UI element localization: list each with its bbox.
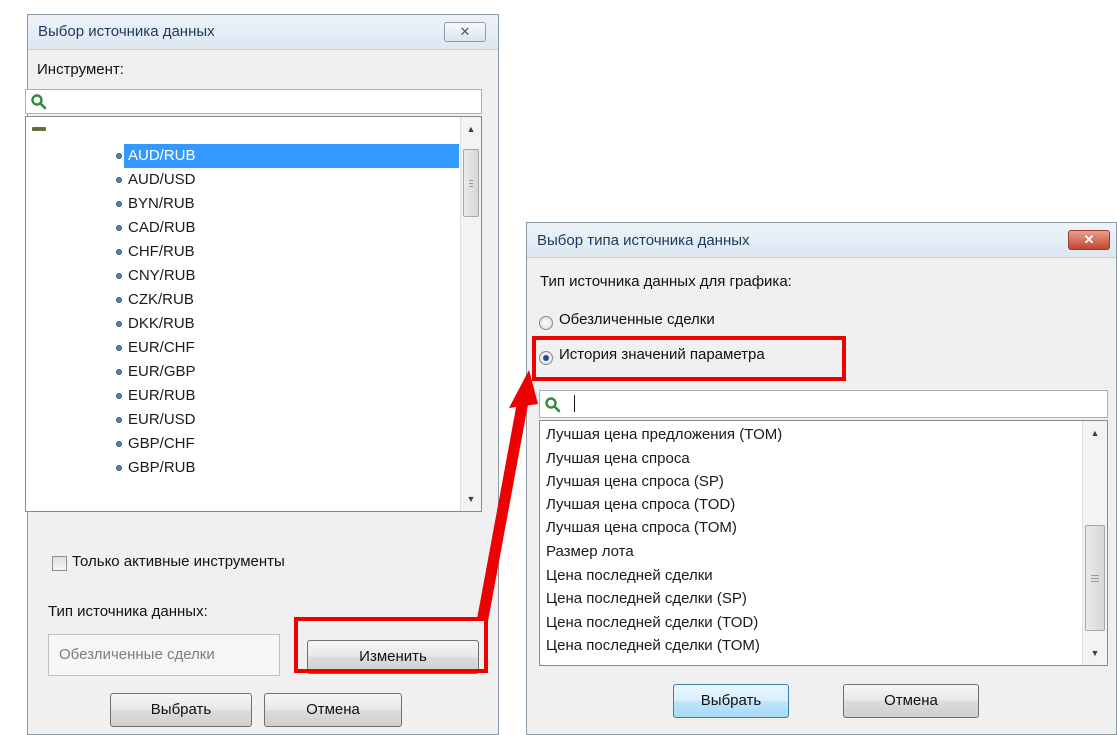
grip-line bbox=[1091, 578, 1099, 579]
instrument-label: Инструмент: bbox=[37, 61, 124, 78]
list-item-label: CZK/RUB bbox=[128, 291, 194, 308]
dialog-title: Выбор источника данных bbox=[38, 23, 215, 40]
list-item[interactable]: Цена последней сделки bbox=[546, 564, 713, 588]
bullet-icon bbox=[116, 345, 122, 351]
grip-line bbox=[1091, 575, 1099, 576]
change-button[interactable]: Изменить bbox=[307, 640, 479, 674]
list-item-label: GBP/CHF bbox=[128, 435, 195, 452]
radio-button[interactable] bbox=[539, 351, 553, 365]
radio-label: История значений параметра bbox=[559, 346, 765, 363]
list-item[interactable]: Лучшая цена спроса (TOD) bbox=[546, 493, 735, 517]
cancel-button[interactable]: Отмена bbox=[843, 684, 979, 718]
list-item-label: GBP/RUB bbox=[128, 459, 196, 476]
source-type-field: Обезличенные сделки bbox=[48, 634, 280, 676]
radio-label: Обезличенные сделки bbox=[559, 311, 715, 328]
close-button[interactable]: ✕ bbox=[444, 22, 486, 42]
grip-line bbox=[469, 186, 473, 187]
parameter-search-input[interactable] bbox=[539, 390, 1108, 418]
only-active-label: Только активные инструменты bbox=[72, 553, 285, 570]
data-source-dialog: Выбор источника данных ✕ Инструмент: AUD… bbox=[25, 14, 499, 735]
list-item-label: EUR/GBP bbox=[128, 363, 196, 380]
chart-source-type-label: Тип источника данных для графика: bbox=[540, 273, 792, 290]
select-button[interactable]: Выбрать bbox=[110, 693, 252, 727]
bullet-icon bbox=[116, 273, 122, 279]
scrollbar-thumb[interactable] bbox=[463, 149, 479, 217]
bullet-icon bbox=[116, 369, 122, 375]
scroll-up-icon[interactable]: ▲ bbox=[1083, 423, 1107, 443]
list-item[interactable]: Лучшая цена спроса (TOM) bbox=[546, 516, 737, 540]
bullet-icon bbox=[116, 153, 122, 159]
scroll-down-icon[interactable]: ▼ bbox=[1083, 643, 1107, 663]
list-item-label: EUR/RUB bbox=[128, 387, 196, 404]
bullet-icon bbox=[116, 225, 122, 231]
bullet-icon bbox=[116, 441, 122, 447]
bullet-icon bbox=[116, 465, 122, 471]
bullet-icon bbox=[116, 417, 122, 423]
list-item-label: CHF/RUB bbox=[128, 243, 195, 260]
list-item[interactable]: Лучшая цена спроса (SP) bbox=[546, 470, 724, 494]
list-item-label: AUD/USD bbox=[128, 171, 196, 188]
bullet-icon bbox=[116, 297, 122, 303]
list-item-label: CAD/RUB bbox=[128, 219, 196, 236]
close-button[interactable]: ✕ bbox=[1068, 230, 1110, 250]
bullet-icon bbox=[116, 177, 122, 183]
list-item[interactable]: Размер лота bbox=[546, 540, 634, 564]
bullet-icon bbox=[116, 249, 122, 255]
bullet-icon bbox=[116, 321, 122, 327]
instrument-tree: AUD/RUB AUD/USD BYN/RUB CAD/RUB CHF/RUB … bbox=[25, 116, 482, 512]
list-item-label: EUR/USD bbox=[128, 411, 196, 428]
text-caret bbox=[574, 395, 575, 412]
grip-line bbox=[469, 183, 473, 184]
grip-line bbox=[1091, 581, 1099, 582]
list-item[interactable]: Цена последней сделки (TOM) bbox=[546, 634, 760, 658]
vertical-scrollbar[interactable]: ▲ ▼ bbox=[460, 117, 481, 511]
scroll-down-icon[interactable]: ▼ bbox=[461, 489, 481, 509]
source-type-label: Тип источника данных: bbox=[48, 603, 208, 620]
dialog-title: Выбор типа источника данных bbox=[537, 232, 750, 249]
list-item[interactable]: Лучшая цена предложения (TOM) bbox=[546, 423, 782, 447]
instrument-search-input[interactable] bbox=[25, 89, 482, 114]
list-item-label: AUD/RUB bbox=[124, 144, 459, 168]
cancel-button[interactable]: Отмена bbox=[264, 693, 402, 727]
dialog-titlebar: Выбор источника данных ✕ bbox=[28, 15, 498, 50]
list-item[interactable]: Лучшая цена спроса bbox=[546, 447, 690, 471]
list-item-label: CNY/RUB bbox=[128, 267, 196, 284]
list-item-label: EUR/CHF bbox=[128, 339, 195, 356]
scroll-up-icon[interactable]: ▲ bbox=[461, 119, 481, 139]
scrollbar-thumb[interactable] bbox=[1085, 525, 1105, 631]
bullet-icon bbox=[116, 393, 122, 399]
vertical-scrollbar[interactable]: ▲ ▼ bbox=[1082, 421, 1107, 665]
select-button[interactable]: Выбрать bbox=[673, 684, 789, 718]
list-item[interactable]: Цена последней сделки (SP) bbox=[546, 587, 747, 611]
data-source-type-dialog: Выбор типа источника данных ✕ Тип источн… bbox=[526, 222, 1117, 735]
list-item-label: BYN/RUB bbox=[128, 195, 195, 212]
only-active-checkbox[interactable] bbox=[52, 556, 67, 571]
dialog-titlebar: Выбор типа источника данных ✕ bbox=[527, 223, 1116, 258]
radio-button[interactable] bbox=[539, 316, 553, 330]
radio-selected-dot bbox=[543, 355, 549, 361]
list-item-label: DKK/RUB bbox=[128, 315, 195, 332]
minus-icon[interactable] bbox=[32, 127, 46, 131]
search-icon bbox=[545, 397, 561, 413]
parameter-list: Лучшая цена предложения (TOM) Лучшая цен… bbox=[539, 420, 1108, 666]
bullet-icon bbox=[116, 201, 122, 207]
grip-line bbox=[469, 180, 473, 181]
search-icon bbox=[31, 94, 47, 110]
list-item[interactable]: Цена последней сделки (TOD) bbox=[546, 611, 758, 635]
